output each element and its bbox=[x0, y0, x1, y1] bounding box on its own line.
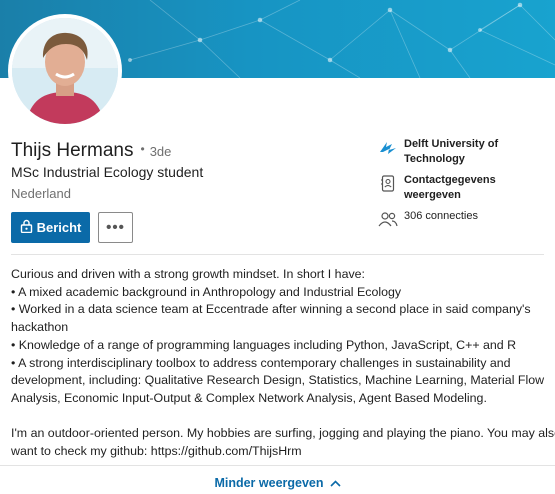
about-line: Analysis, Economic Input-Output & Comple… bbox=[11, 390, 487, 405]
about-line: • Worked in a data science team at Eccen… bbox=[11, 302, 531, 317]
name-row: Thijs Hermans • 3de bbox=[11, 140, 171, 162]
connection-degree: 3de bbox=[149, 144, 172, 159]
contact-card-icon bbox=[377, 173, 399, 193]
separator-dot: • bbox=[140, 142, 145, 156]
about-line: Curious and driven with a strong growth … bbox=[11, 267, 365, 281]
about-line: • A strong interdisciplinary toolbox to … bbox=[11, 355, 511, 370]
education-item[interactable]: Delft University of Technology bbox=[377, 137, 547, 167]
about-line: want to check my github: https://github.… bbox=[11, 444, 302, 459]
contact-info-link: Contactgegevens weergeven bbox=[404, 174, 496, 201]
footer-divider bbox=[0, 465, 555, 466]
message-button-label: Bericht bbox=[36, 220, 82, 235]
lock-icon bbox=[20, 219, 33, 236]
about-section: Curious and driven with a strong growth … bbox=[11, 266, 555, 461]
people-icon bbox=[377, 209, 399, 229]
connections-item[interactable]: 306 connecties bbox=[377, 209, 547, 229]
chevron-up-icon bbox=[329, 476, 341, 490]
connections-count: 306 connecties bbox=[404, 210, 478, 222]
show-less-label: Minder weergeven bbox=[214, 476, 324, 490]
about-line: • Knowledge of a range of programming la… bbox=[11, 337, 517, 352]
show-less-button[interactable]: Minder weergeven bbox=[0, 476, 555, 490]
more-icon: ••• bbox=[106, 219, 125, 236]
avatar-photo bbox=[12, 18, 118, 124]
more-actions-button[interactable]: ••• bbox=[98, 212, 133, 243]
profile-location: Nederland bbox=[11, 186, 71, 201]
about-line: development, including: Qualitative Rese… bbox=[11, 373, 545, 388]
about-line: • A mixed academic background in Anthrop… bbox=[11, 284, 402, 299]
message-button[interactable]: Bericht bbox=[11, 212, 90, 243]
avatar[interactable] bbox=[8, 14, 122, 128]
education-name: Delft University of Technology bbox=[404, 138, 499, 165]
profile-name: Thijs Hermans bbox=[11, 140, 134, 161]
profile-headline: MSc Industrial Ecology student bbox=[11, 164, 204, 180]
contact-info-item[interactable]: Contactgegevens weergeven bbox=[377, 173, 547, 203]
section-divider bbox=[11, 254, 544, 255]
university-logo-icon bbox=[377, 137, 399, 157]
about-line: I'm an outdoor-oriented person. My hobbi… bbox=[11, 426, 555, 441]
profile-side-info: Delft University of Technology Contactge… bbox=[377, 137, 547, 235]
about-line: hackathon bbox=[11, 320, 69, 335]
